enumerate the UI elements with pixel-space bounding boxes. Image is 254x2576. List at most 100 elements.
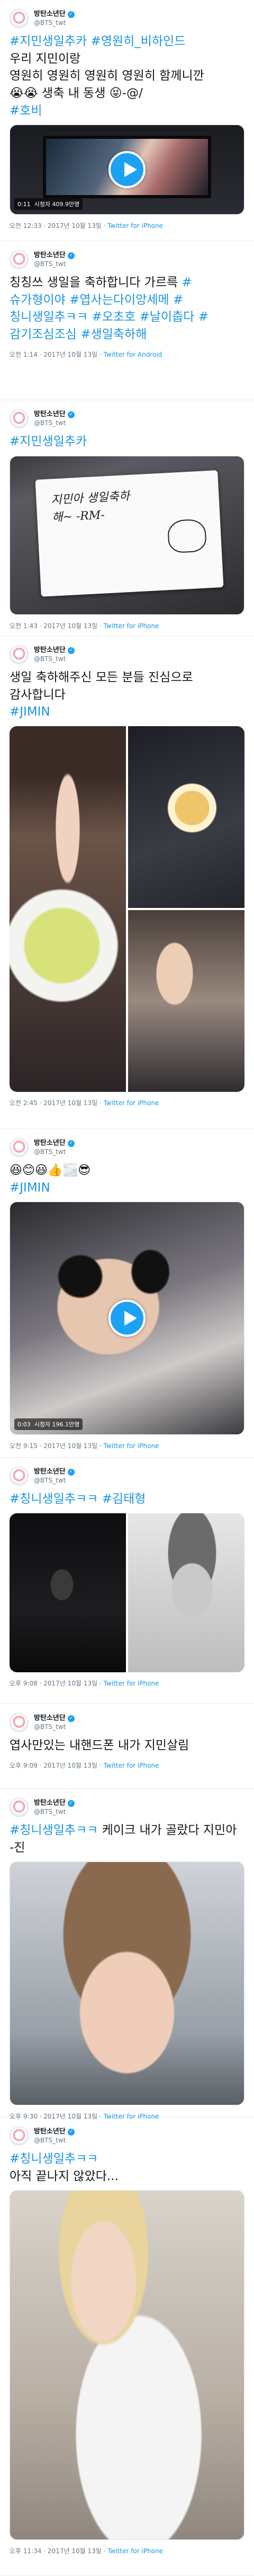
tweet-line: #호비 — [10, 102, 244, 120]
display-name[interactable]: 방탄소년단 — [34, 251, 66, 260]
display-name[interactable]: 방탄소년단 — [34, 1799, 66, 1807]
handle[interactable]: @BTS_twt — [34, 419, 75, 427]
tweet-header: 방탄소년단 ✓ @BTS_twt — [10, 400, 244, 433]
tweet-photo[interactable] — [10, 726, 126, 1092]
text-segment — [87, 34, 90, 48]
tweet-line: 😆😊😃👍🌫️😎 — [10, 1162, 244, 1179]
avatar[interactable] — [10, 1798, 29, 1817]
tweet: 방탄소년단 ✓ @BTS_twt #칭니생일추ㅋㅋ #김태형 오후 9:08 · … — [0, 1458, 254, 1704]
timestamp[interactable]: 오전 1:14 · 2017년 10월 13일 — [10, 351, 97, 358]
tweet-photo[interactable] — [128, 910, 244, 1092]
source-link[interactable]: Twitter for iPhone — [107, 2547, 163, 2555]
timestamp[interactable]: 오전 1:43 · 2017년 10월 13일 — [10, 622, 97, 630]
tweet-header: 방탄소년단 ✓ @BTS_twt — [10, 1458, 244, 1490]
tweet-photo[interactable] — [10, 2190, 244, 2540]
tweet-meta: 오후 9:08 · 2017년 10월 13일 · Twitter for iP… — [10, 1679, 159, 1687]
tweet-line: 엽사만있는 내핸드폰 내가 지민살림 — [10, 1737, 244, 1754]
tweet-line: 😭😭 생축 내 동생 😝-@/ — [10, 85, 244, 102]
source-link[interactable]: Twitter for iPhone — [104, 622, 159, 630]
timestamp[interactable]: 오전 2:45 · 2017년 10월 13일 — [10, 1099, 97, 1107]
verified-badge-icon: ✓ — [67, 11, 75, 18]
message-board: 지민아 생일축하해~ -RM- — [35, 470, 224, 597]
video-player[interactable]: 0:11 시청자 409.9만명 — [10, 125, 244, 215]
display-name[interactable]: 방탄소년단 — [34, 646, 66, 655]
hashtag-link[interactable]: #날이춥다 — [140, 310, 195, 324]
tweet-line: #지민생일추카 #영원히_비하인드 — [10, 33, 244, 50]
text-segment: 😆😊😃👍🌫️😎 — [10, 1163, 91, 1177]
avatar[interactable] — [10, 645, 29, 664]
avatar[interactable] — [10, 1713, 29, 1732]
tweet-photo[interactable] — [128, 726, 244, 908]
display-name[interactable]: 방탄소년단 — [34, 1139, 66, 1148]
handle[interactable]: @BTS_twt — [34, 1723, 75, 1731]
hashtag-link[interactable]: #생일축하해 — [80, 328, 147, 341]
tweet-meta: 오전 1:43 · 2017년 10월 13일 · Twitter for iP… — [10, 622, 159, 630]
hashtag-link[interactable]: #엽사는다이앙세메 — [69, 293, 169, 307]
hashtag-link[interactable]: #김태형 — [102, 1492, 146, 1506]
source-link[interactable]: Twitter for iPhone — [104, 1099, 159, 1107]
handle[interactable]: @BTS_twt — [34, 19, 75, 27]
tweet-text: #칭니생일추ㅋㅋ #김태형 — [10, 1490, 244, 1508]
tweet-photo[interactable]: 지민아 생일축하해~ -RM- — [10, 455, 244, 615]
handle[interactable]: @BTS_twt — [34, 1148, 75, 1156]
source-link[interactable]: Twitter for iPhone — [104, 1680, 159, 1687]
tweet-meta: 오전 2:45 · 2017년 10월 13일 · Twitter for iP… — [10, 1099, 159, 1107]
timestamp[interactable]: 오후 9:09 · 2017년 10월 13일 — [10, 1762, 97, 1769]
handle[interactable]: @BTS_twt — [34, 2137, 75, 2145]
hashtag-link[interactable]: #호비 — [10, 104, 42, 118]
tweet-line: #JIMIN — [10, 703, 244, 721]
hashtag-link[interactable]: #JIMIN — [10, 1181, 50, 1195]
hashtag-link[interactable]: #지민생일추카 — [10, 34, 87, 48]
hashtag-link[interactable]: #지민생일추카 — [10, 435, 87, 448]
source-link[interactable]: Twitter for iPhone — [104, 1762, 159, 1769]
timestamp[interactable]: 오후 9:08 · 2017년 10월 13일 — [10, 1680, 97, 1687]
avatar[interactable] — [10, 409, 29, 428]
hashtag-link[interactable]: #칭니생일추ㅋㅋ — [10, 2152, 98, 2166]
text-segment — [169, 293, 173, 307]
avatar[interactable] — [10, 250, 29, 269]
avatar[interactable] — [10, 1467, 29, 1486]
tweet-header: 방탄소년단 ✓ @BTS_twt — [10, 241, 244, 274]
handle[interactable]: @BTS_twt — [34, 1477, 75, 1485]
tweet-photo[interactable] — [10, 1862, 244, 2106]
display-name[interactable]: 방탄소년단 — [34, 10, 66, 19]
source-link[interactable]: Twitter for iPhone — [104, 1442, 159, 1450]
video-player[interactable]: 0:03 시청자 196.1만명 — [10, 1202, 244, 1435]
play-button-icon[interactable] — [108, 1300, 146, 1337]
display-name[interactable]: 방탄소년단 — [34, 1468, 66, 1476]
doodle-icon — [167, 518, 207, 554]
tweet-text: #칭니생일추ㅋㅋ 케이크 내가 골랐다 지민아 -진 — [10, 1822, 244, 1856]
video-info: 0:03 시청자 196.1만명 — [14, 1418, 83, 1431]
handle[interactable]: @BTS_twt — [34, 655, 75, 663]
handle[interactable]: @BTS_twt — [34, 1808, 75, 1816]
handwritten-note: 지민아 생일축하해~ -RM- — [50, 490, 130, 525]
tweet-header: 방탄소년단 ✓ @BTS_twt — [10, 0, 244, 33]
text-segment: 생일 축하해주신 모든 분들 진심으로 감사합니다 — [10, 671, 193, 702]
avatar[interactable] — [10, 2127, 29, 2146]
timestamp[interactable]: 오전 9:15 · 2017년 10월 13일 — [10, 1442, 97, 1450]
text-segment: 아직 끝나지 않았다... — [10, 2169, 119, 2183]
tweet-photo[interactable] — [10, 1513, 126, 1672]
hashtag-link[interactable]: #영원히_비하인드 — [91, 34, 186, 48]
tweet-line: 생일 축하해주신 모든 분들 진심으로 감사합니다 — [10, 669, 244, 703]
photo-grid — [10, 1513, 244, 1672]
tweet-photo[interactable] — [128, 1513, 244, 1672]
display-name[interactable]: 방탄소년단 — [34, 1714, 66, 1723]
tweet-header: 방탄소년단 ✓ @BTS_twt — [10, 1129, 244, 1162]
handle[interactable]: @BTS_twt — [34, 260, 75, 268]
display-name[interactable]: 방탄소년단 — [34, 2128, 66, 2136]
tweet: 방탄소년단 ✓ @BTS_twt 엽사만있는 내핸드폰 내가 지민살림 오후 9:… — [0, 1704, 254, 1789]
timestamp[interactable]: 오후 11:34 · 2017년 10월 13일 — [10, 2547, 102, 2555]
source-link[interactable]: Twitter for Android — [104, 351, 162, 358]
avatar[interactable] — [10, 9, 29, 28]
hashtag-link[interactable]: #칭니생일추ㅋㅋ — [10, 1492, 98, 1506]
play-button-icon[interactable] — [108, 151, 146, 189]
source-link[interactable]: Twitter for iPhone — [107, 222, 163, 230]
timestamp[interactable]: 오전 12:33 · 2017년 10월 13일 — [10, 222, 102, 230]
avatar[interactable] — [10, 1138, 29, 1157]
display-name[interactable]: 방탄소년단 — [34, 410, 66, 419]
hashtag-link[interactable]: #칭니생일추ㅋㅋ — [10, 1823, 98, 1837]
tweet: 방탄소년단 ✓ @BTS_twt #지민생일추카 #영원히_비하인드 우리 지민이랑… — [0, 0, 254, 241]
hashtag-link[interactable]: #JIMIN — [10, 705, 50, 719]
hashtag-link[interactable]: #오초호 — [92, 310, 135, 324]
